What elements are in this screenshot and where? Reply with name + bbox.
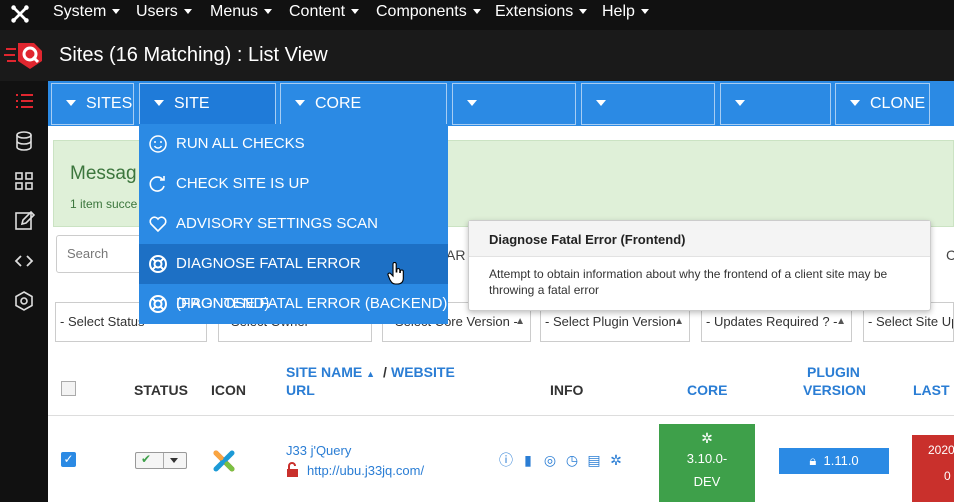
globe-icon[interactable]: ◎: [541, 451, 559, 469]
refresh-icon: [149, 176, 165, 192]
joomla-icon: ✲: [701, 430, 713, 446]
status-toggle[interactable]: ✔: [135, 452, 187, 469]
info-column-header: INFO: [550, 382, 584, 398]
database-icon[interactable]: [12, 129, 36, 153]
partial-label: C: [946, 247, 954, 263]
site-url-link[interactable]: http://ubu.j33jq.com/: [307, 463, 424, 478]
check-site-is-up-item[interactable]: CHECK SITE IS UP: [139, 164, 448, 204]
header-separator: /: [383, 364, 387, 380]
menu-users[interactable]: Users: [136, 0, 192, 30]
lock-icon: 🔒︎: [809, 453, 817, 468]
smile-icon: [149, 135, 167, 153]
yoursites-button[interactable]: YOURSITES: [452, 83, 576, 152]
diagnose-backend-item[interactable]: DIAGNOSE FATAL ERROR (BACKEND): [139, 284, 448, 324]
plugin-column-header[interactable]: PLUGIN: [807, 364, 860, 380]
chevron-down-icon: [264, 9, 273, 14]
version-column-header[interactable]: VERSION: [803, 382, 866, 398]
message-text: 1 item succe: [70, 197, 138, 211]
grid-icon[interactable]: [12, 169, 36, 193]
status-column-header: STATUS: [134, 382, 188, 398]
advisory-settings-scan-item[interactable]: ADVISORY SETTINGS SCAN: [139, 204, 448, 244]
select-all-checkbox[interactable]: [61, 381, 76, 396]
chevron-down-icon: [472, 9, 481, 14]
menu-help[interactable]: Help: [602, 0, 649, 30]
sites-button[interactable]: SITES: [51, 83, 134, 125]
tooltip: Diagnose Fatal Error (Frontend) Attempt …: [468, 220, 931, 311]
site-name-link[interactable]: J33 j'Query: [286, 443, 351, 458]
check-icon: ✔: [141, 452, 152, 466]
run-all-checks-item[interactable]: RUN ALL CHECKS: [139, 124, 448, 164]
plugin-version-badge[interactable]: 🔒︎ 1.11.0: [779, 448, 889, 474]
core-software-button[interactable]: CORE SOFTWARE: [280, 83, 447, 152]
chevron-down-icon: [579, 9, 588, 14]
edit-icon[interactable]: [12, 209, 36, 233]
icon-column-header: ICON: [211, 382, 246, 398]
info-icons: ⓘ ▮ ◎ ◷ ▤ ✲: [497, 451, 625, 471]
joomla-icon[interactable]: ✲: [607, 451, 625, 469]
site-checks-button[interactable]: SITE CHECKS: [139, 83, 276, 152]
tooltip-body: Attempt to obtain information about why …: [489, 267, 888, 297]
code-icon[interactable]: [12, 249, 36, 273]
lifebuoy-icon: [149, 255, 167, 273]
joomla-logo-icon[interactable]: [9, 3, 31, 25]
chevron-down-icon: [112, 9, 121, 14]
core-column-header[interactable]: CORE: [687, 382, 727, 398]
document-icon[interactable]: ▤: [585, 451, 603, 469]
page-title: Sites (16 Matching) : List View: [59, 44, 328, 66]
sort-up-icon: ▲: [366, 369, 376, 379]
last-check-badge: 2020 0: [912, 435, 954, 502]
info-icon[interactable]: ⓘ: [497, 451, 515, 469]
partial-label: AR: [446, 247, 466, 263]
site-name-column-header[interactable]: SITE NAME ▲: [286, 364, 375, 380]
last-column-header[interactable]: LAST: [913, 382, 950, 398]
caret-down-icon: [66, 100, 76, 106]
caret-down-icon: [154, 100, 164, 106]
core-version-badge[interactable]: ✲ 3.10.0- DEV: [659, 424, 755, 502]
caret-down-icon: [170, 458, 178, 463]
top-menu-bar: System Users Menus Content Components Ex…: [0, 0, 954, 30]
chevron-down-icon: [640, 9, 649, 14]
mysites-guru-logo-icon: [4, 43, 42, 69]
clone-button[interactable]: CLONE: [835, 83, 930, 125]
hand-cursor-icon: [387, 262, 404, 285]
url-column-header[interactable]: URL: [286, 382, 315, 398]
lifebuoy-icon: [149, 295, 167, 313]
bar-chart-icon[interactable]: ▮: [519, 451, 537, 469]
message-title: Messag: [70, 163, 137, 184]
settings-hexagon-icon[interactable]: [12, 289, 36, 313]
caret-down-icon: [735, 100, 745, 106]
chevron-down-icon: [183, 9, 192, 14]
site-checks-dropdown: RUN ALL CHECKS CHECK SITE IS UP ADVISORY…: [139, 124, 448, 324]
toolbar: SITES SITE CHECKS CORE SOFTWARE YOURSITE…: [48, 81, 954, 152]
list-icon[interactable]: [12, 89, 36, 113]
page-header: Sites (16 Matching) : List View: [0, 30, 954, 81]
tooltip-title: Diagnose Fatal Error (Frontend): [469, 221, 930, 257]
chevron-down-icon: [351, 9, 360, 14]
menu-components[interactable]: Components: [376, 0, 481, 30]
menu-system[interactable]: System: [53, 0, 121, 30]
menu-content[interactable]: Content: [289, 0, 360, 30]
caret-down-icon: [295, 100, 305, 106]
backups-button[interactable]: BACKUPS: [720, 83, 831, 152]
sidebar: [0, 81, 48, 502]
history-icon[interactable]: ◷: [563, 451, 581, 469]
menu-extensions[interactable]: Extensions: [495, 0, 588, 30]
heart-icon: [149, 216, 167, 233]
website-column-header[interactable]: WEBSITE: [391, 364, 455, 380]
row-checkbox-checked[interactable]: ✓: [61, 452, 76, 467]
caret-down-icon: [467, 100, 477, 106]
caret-down-icon: [596, 100, 606, 106]
unlock-icon: [287, 462, 298, 477]
caret-down-icon: [850, 100, 860, 106]
extensions-button[interactable]: EXTENSIONS: [581, 83, 715, 152]
joomla-site-icon: [213, 450, 235, 472]
menu-menus[interactable]: Menus: [210, 0, 273, 30]
